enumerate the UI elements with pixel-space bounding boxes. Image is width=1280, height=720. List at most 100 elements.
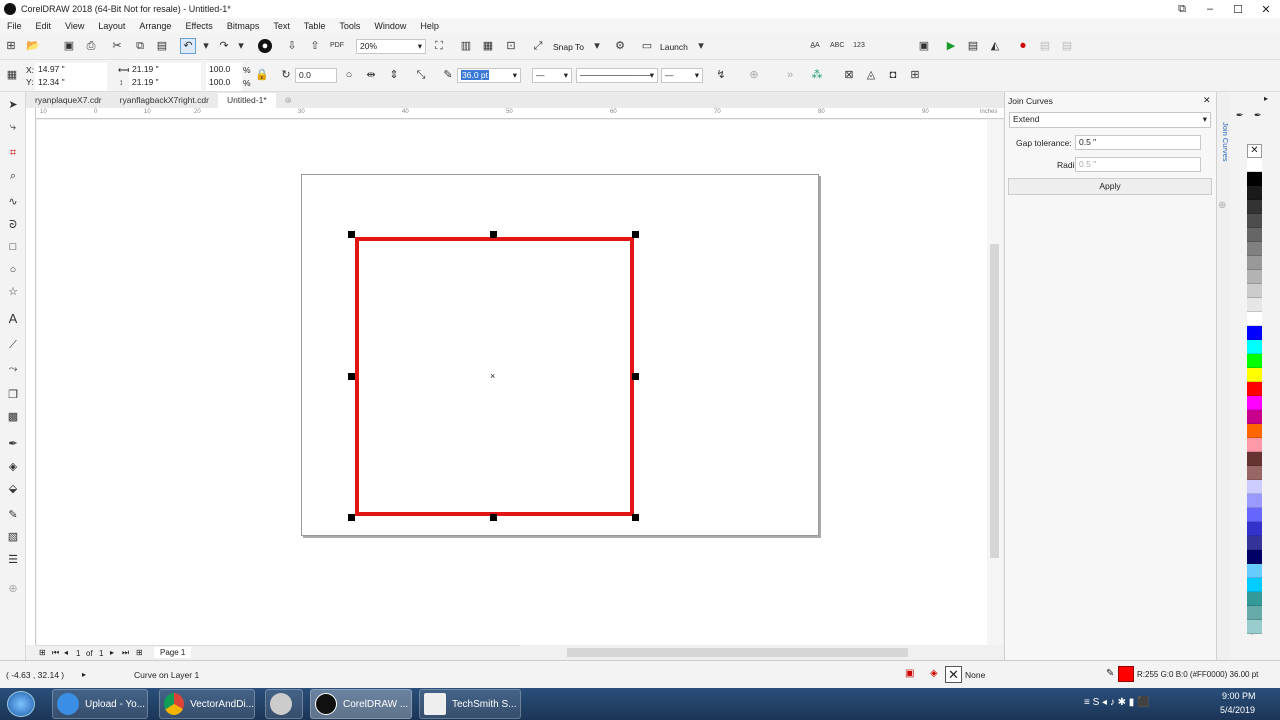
crop-tool-icon[interactable]: ⌗ bbox=[6, 146, 20, 160]
palette-swatch[interactable] bbox=[1247, 452, 1262, 466]
import-icon[interactable]: ⇩ bbox=[285, 39, 299, 53]
vertical-ruler[interactable] bbox=[26, 108, 36, 645]
restore-icon[interactable]: ⧉ bbox=[1168, 0, 1196, 18]
save-icon[interactable]: ▣ bbox=[62, 39, 76, 53]
palette-swatch[interactable] bbox=[1247, 620, 1262, 634]
transparency-icon[interactable]: ▩ bbox=[6, 410, 20, 424]
node-icon[interactable]: ⁂ bbox=[810, 68, 824, 82]
palette-swatch[interactable] bbox=[1247, 550, 1262, 564]
polygon-tool-icon[interactable]: ☆ bbox=[6, 285, 20, 299]
taskbar-item-coreldraw[interactable]: CorelDRAW ... bbox=[310, 689, 412, 719]
menu-edit[interactable]: Edit bbox=[29, 21, 59, 31]
launch-app-icon[interactable]: ▭ bbox=[640, 39, 654, 53]
palette-swatch[interactable] bbox=[1247, 382, 1262, 396]
palette-swatch[interactable] bbox=[1247, 200, 1262, 214]
snap-to-button[interactable]: Snap To bbox=[553, 42, 584, 52]
horizontal-scroll-thumb[interactable] bbox=[567, 648, 908, 657]
palette-swatch[interactable] bbox=[1247, 340, 1262, 354]
page-tab[interactable]: Page 1 bbox=[154, 647, 192, 658]
object-origin-icon[interactable]: ▦ bbox=[5, 68, 19, 82]
snap-dropdown-icon[interactable]: ▾ bbox=[590, 39, 604, 53]
add-icon[interactable]: ⊕ bbox=[747, 68, 761, 82]
palette-swatch[interactable] bbox=[1247, 326, 1262, 340]
palette-color-icon[interactable]: ✒ bbox=[1254, 110, 1262, 121]
mirror-vertical-icon[interactable]: ⇕ bbox=[387, 68, 401, 82]
smart-fill-icon[interactable]: ⬙ bbox=[6, 482, 20, 496]
taskbar-item-techsmith[interactable]: TechSmith S... bbox=[419, 689, 521, 719]
redo-dropdown-icon[interactable]: ▾ bbox=[234, 39, 248, 53]
palette-swatch[interactable] bbox=[1247, 410, 1262, 424]
menu-text[interactable]: Text bbox=[266, 21, 297, 31]
pick-tool-icon[interactable]: ➤ bbox=[6, 98, 20, 112]
taskbar-item-chrome[interactable]: VectorAndDi... bbox=[159, 689, 255, 719]
menu-bitmaps[interactable]: Bitmaps bbox=[220, 21, 267, 31]
fill-bucket-icon[interactable]: ◈ bbox=[930, 668, 938, 679]
add-tool-icon[interactable]: ⊕ bbox=[6, 582, 20, 596]
menu-layout[interactable]: Layout bbox=[91, 21, 132, 31]
artistic-media-icon[interactable]: ᘐ bbox=[6, 218, 20, 232]
shape-tool-icon[interactable]: ⤷ bbox=[6, 120, 20, 134]
tab-ryanplaque[interactable]: ryanplaqueX7.cdr bbox=[26, 93, 111, 108]
paste-icon[interactable]: ▤ bbox=[155, 39, 169, 53]
show-grid-icon[interactable]: ▦ bbox=[481, 39, 495, 53]
cut-icon[interactable]: ✂ bbox=[110, 39, 124, 53]
palette-swatch[interactable] bbox=[1247, 242, 1262, 256]
angle-field[interactable]: 0.0 bbox=[295, 68, 337, 83]
height-field[interactable]: 21.19 " bbox=[129, 76, 201, 91]
zoom-to-page-icon[interactable]: ⛶ bbox=[432, 39, 446, 53]
vertical-scroll-thumb[interactable] bbox=[990, 244, 999, 558]
horizontal-scrollbar[interactable] bbox=[520, 645, 1004, 660]
menu-tools[interactable]: Tools bbox=[332, 21, 367, 31]
intersect-icon[interactable]: ⊞ bbox=[908, 68, 922, 82]
add-docker-icon[interactable]: ⊕ bbox=[1218, 200, 1226, 211]
taskbar-item-app[interactable] bbox=[265, 689, 303, 719]
connector-tool-icon[interactable]: ⤳ bbox=[6, 362, 20, 376]
record-macro-icon[interactable]: ⏺ bbox=[1016, 39, 1030, 53]
selection-handle[interactable] bbox=[632, 231, 639, 238]
macro-editor-icon[interactable]: ◭ bbox=[988, 39, 1002, 53]
join-curves-side-tab[interactable]: Join Curves bbox=[1218, 122, 1230, 182]
menu-window[interactable]: Window bbox=[367, 21, 413, 31]
palette-swatch[interactable] bbox=[1247, 284, 1262, 298]
transform-icon[interactable]: ⤡ bbox=[414, 68, 428, 82]
next-page-icon[interactable]: ▸ bbox=[110, 648, 114, 657]
palette-swatch[interactable] bbox=[1247, 270, 1262, 284]
export-icon[interactable]: ⇧ bbox=[308, 39, 322, 53]
redo-icon[interactable]: ↷ bbox=[217, 39, 231, 53]
palette-swatch[interactable] bbox=[1247, 564, 1262, 578]
apply-button[interactable]: Apply bbox=[1008, 178, 1212, 195]
publish-pdf-icon[interactable]: PDF bbox=[330, 39, 344, 53]
palette-swatch[interactable] bbox=[1247, 522, 1262, 536]
zoom-level-field[interactable]: 20% ▾ bbox=[356, 39, 426, 54]
interactive-fill-icon[interactable]: ◈ bbox=[6, 460, 20, 474]
freehand-tool-icon[interactable]: ∿ bbox=[6, 195, 20, 209]
stop-macro-icon[interactable]: ▤ bbox=[1060, 39, 1074, 53]
outline-pen-icon[interactable]: ✎ bbox=[441, 68, 455, 82]
palette-swatch[interactable] bbox=[1247, 480, 1262, 494]
first-page-icon[interactable]: ⏮ bbox=[52, 648, 59, 658]
menu-view[interactable]: View bbox=[58, 21, 91, 31]
taskbar-item-ie[interactable]: Upload - Yo... bbox=[52, 689, 148, 719]
print-icon[interactable]: ⎙ bbox=[84, 39, 98, 53]
launch-button[interactable]: Launch bbox=[660, 42, 688, 52]
palette-swatch[interactable] bbox=[1247, 214, 1262, 228]
palette-swatch[interactable] bbox=[1247, 228, 1262, 242]
horizontal-ruler[interactable]: 10 0 10 20 30 40 50 60 70 80 90 inches bbox=[36, 108, 1004, 119]
new-document-icon[interactable]: ⊞ bbox=[4, 39, 18, 53]
menu-file[interactable]: File bbox=[0, 21, 29, 31]
new-tab-icon[interactable]: ⊕ bbox=[276, 93, 301, 108]
menu-help[interactable]: Help bbox=[413, 21, 446, 31]
parallel-dimension-icon[interactable]: ⟋ bbox=[6, 338, 20, 352]
drop-shadow-icon[interactable]: ❐ bbox=[6, 388, 20, 402]
palette-swatch[interactable] bbox=[1247, 172, 1262, 186]
outline-tool-icon[interactable]: ✎ bbox=[6, 508, 20, 522]
palette-swatch[interactable] bbox=[1247, 466, 1262, 480]
palette-swatch[interactable] bbox=[1247, 186, 1262, 200]
undo-icon[interactable]: ↶ bbox=[180, 38, 196, 54]
fill-tool-icon[interactable]: ▧ bbox=[6, 530, 20, 544]
rotate-icon[interactable]: ↻ bbox=[279, 68, 293, 82]
selection-handle[interactable] bbox=[490, 231, 497, 238]
palette-swatch[interactable] bbox=[1247, 438, 1262, 452]
y-position-field[interactable]: 12.34 " bbox=[35, 76, 107, 91]
pause-macro-icon[interactable]: ▤ bbox=[1038, 39, 1052, 53]
